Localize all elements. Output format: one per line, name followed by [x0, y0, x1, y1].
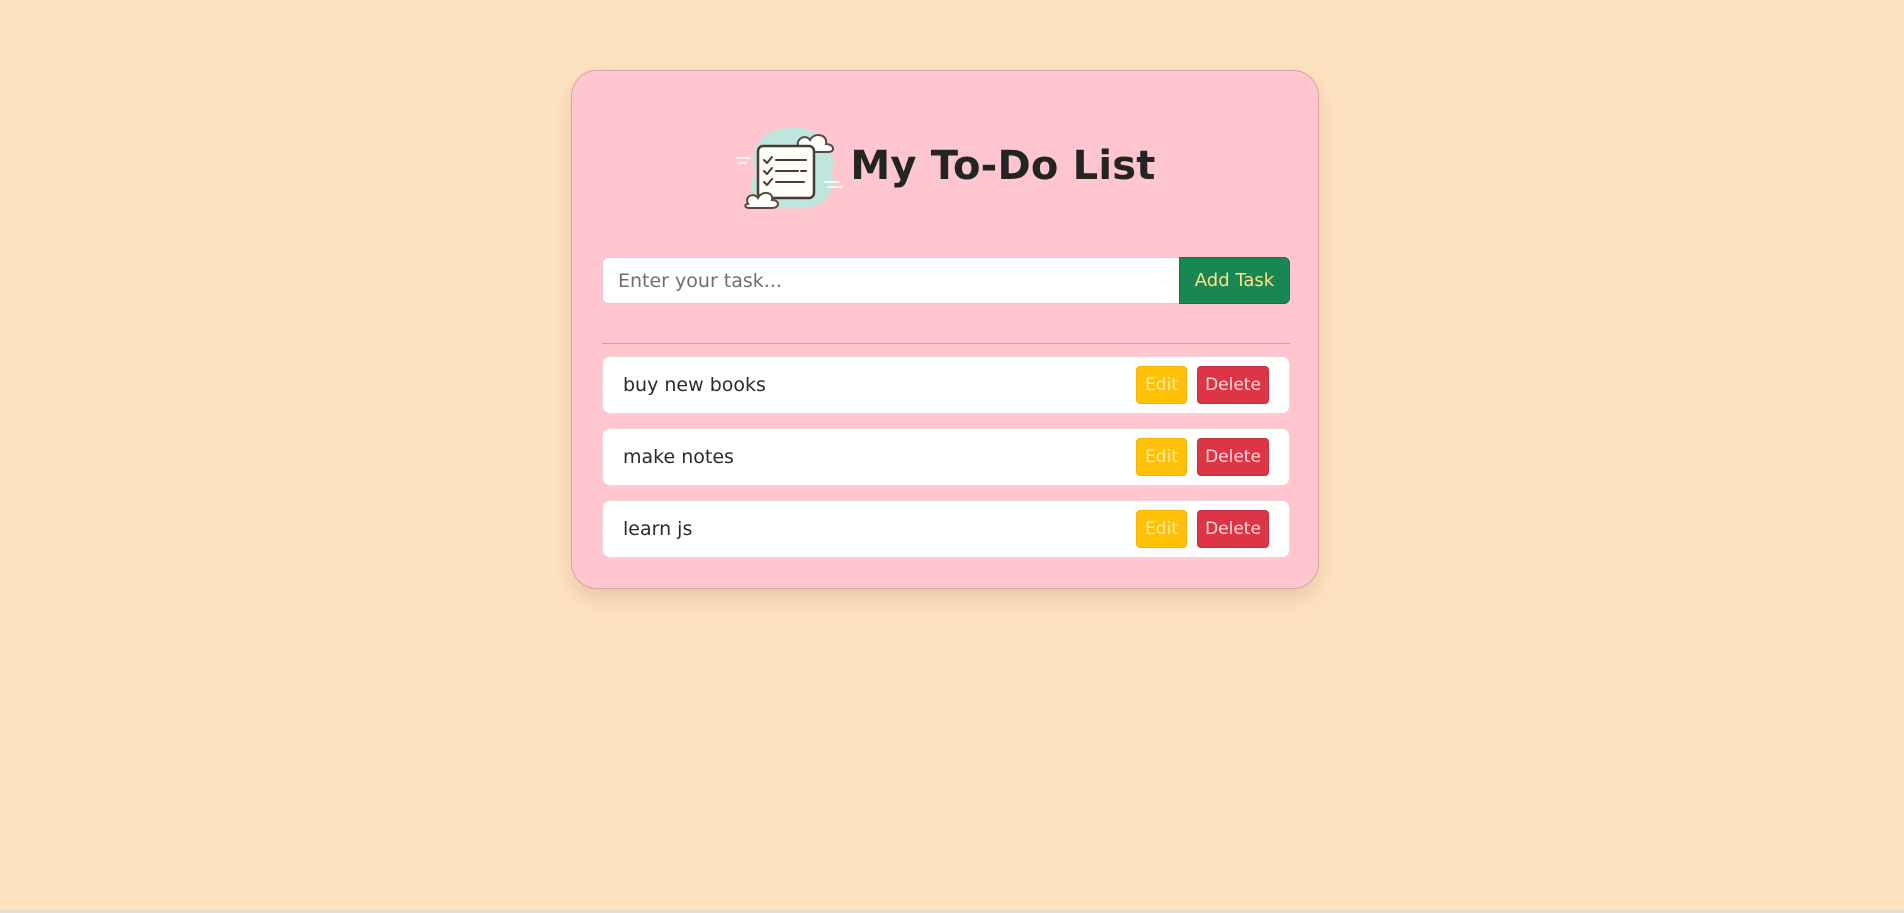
divider [602, 343, 1290, 344]
checklist-clouds-icon [735, 127, 844, 209]
add-task-button[interactable]: Add Task [1179, 257, 1290, 304]
task-item: buy new books Edit Delete [602, 356, 1290, 414]
task-text: learn js [623, 518, 693, 540]
delete-button[interactable]: Delete [1197, 438, 1269, 476]
task-list: buy new books Edit Delete make notes Edi… [602, 356, 1290, 572]
delete-button[interactable]: Delete [1197, 366, 1269, 404]
task-text: make notes [623, 446, 734, 468]
page-title: My To-Do List [850, 143, 1156, 189]
edit-button[interactable]: Edit [1136, 366, 1187, 404]
edit-button[interactable]: Edit [1136, 438, 1187, 476]
todo-card: My To-Do List Add Task buy new books Edi… [571, 70, 1319, 589]
delete-button[interactable]: Delete [1197, 510, 1269, 548]
task-item: learn js Edit Delete [602, 500, 1290, 558]
app-header: My To-Do List [572, 116, 1318, 216]
task-text: buy new books [623, 374, 766, 396]
task-input-row: Add Task [602, 257, 1290, 304]
task-input[interactable] [602, 257, 1179, 304]
task-item: make notes Edit Delete [602, 428, 1290, 486]
edit-button[interactable]: Edit [1136, 510, 1187, 548]
